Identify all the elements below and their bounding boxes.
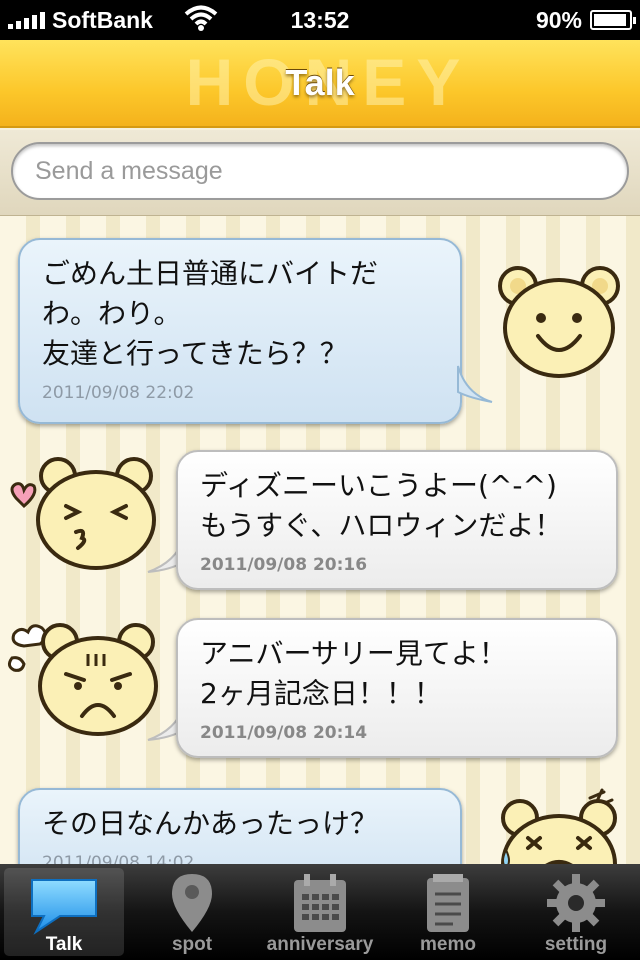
battery-icon [590,10,636,30]
kissing-bear-avatar [10,457,156,570]
page-title: Talk [285,62,355,103]
notepad-icon [427,874,469,932]
message-bubble-sent[interactable]: ごめん土日普通にバイトだ わ。わり。 友達と行ってきたら？？ 2011/09/0… [18,238,462,424]
message-text: その日なんかあったっけ？ [42,807,379,840]
shocked-bear-avatar [501,788,617,864]
chat-list[interactable]: ごめん土日普通にバイトだ わ。わり。 友達と行ってきたら？？ 2011/09/0… [0,216,640,864]
tab-label: Talk [45,934,83,955]
tab-label: anniversary [266,934,374,955]
compose-bar [0,130,640,216]
angry-bear-avatar [7,623,158,736]
message-bubble-received[interactable]: ディズニーいこうよー(^-^) もうすぐ、ハロウィンだよ！ 2011/09/08… [176,450,618,590]
message-text: ごめん土日普通にバイトだ わ。わり。 友達と行ってきたら？？ [42,257,379,370]
message-input[interactable] [11,142,629,200]
tab-label: spot [171,934,213,955]
tab-bar: Talk spot anniversary memo setting [0,864,640,960]
map-pin-icon [172,874,212,932]
tab-talk[interactable]: Talk [0,864,128,960]
status-bar: SoftBank 13:52 90% [0,0,640,40]
calendar-icon [294,874,346,932]
tab-spot[interactable]: spot [128,864,256,960]
message-bubble-received[interactable]: アニバーサリー見てよ！ 2ヶ月記念日！！！ 2011/09/08 20:14 [176,618,618,758]
message-bubble-sent[interactable]: その日なんかあったっけ？ 2011/09/08 14:02 [18,788,462,864]
tab-setting[interactable]: setting [512,864,640,960]
message-text: アニバーサリー見てよ！ 2ヶ月記念日！！！ [200,637,507,710]
message-timestamp: 2011/09/08 20:14 [200,723,368,743]
tab-label: memo [420,934,476,955]
gear-icon [547,874,605,932]
tab-label: setting [544,934,608,955]
bubble-tail [457,365,493,403]
smiling-bear-avatar [498,266,620,378]
battery-percent: 90% [535,7,582,33]
message-text: ディズニーいこうよー(^-^) もうすぐ、ハロウィンだよ！ [200,469,563,542]
tab-memo[interactable]: memo [384,864,512,960]
nav-header: HONEY LEMON Talk [0,40,640,128]
tab-anniversary[interactable]: anniversary [256,864,384,960]
message-timestamp: 2011/09/08 20:16 [200,555,368,575]
message-timestamp: 2011/09/08 14:02 [42,853,195,864]
message-timestamp: 2011/09/08 22:02 [42,383,195,403]
speech-bubble-icon [31,879,97,935]
